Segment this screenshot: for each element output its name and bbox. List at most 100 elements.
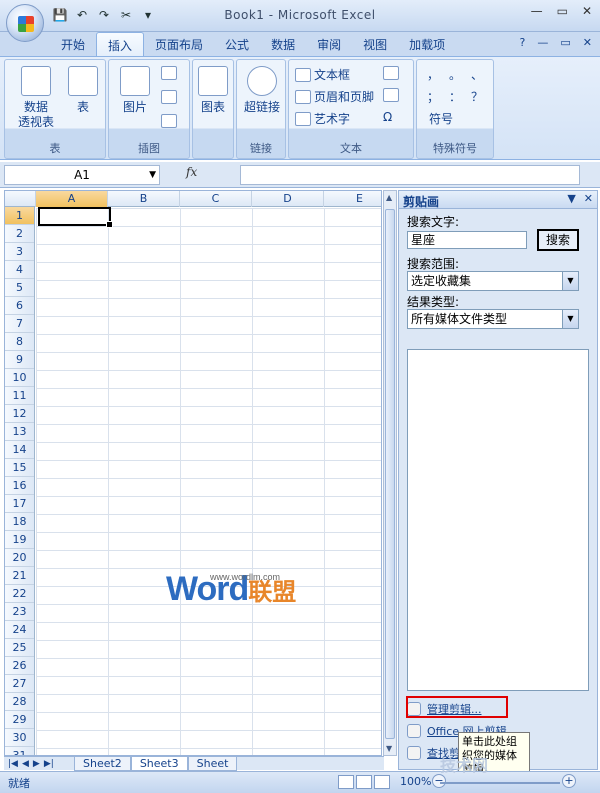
prev-sheet-icon[interactable]: ◀	[22, 759, 29, 769]
row-header[interactable]: 17	[5, 495, 34, 513]
row-header[interactable]: 25	[5, 639, 34, 657]
next-sheet-icon[interactable]: ▶	[33, 759, 40, 769]
zoom-level[interactable]: 100%	[400, 775, 431, 788]
page-break-view-icon[interactable]	[374, 775, 390, 789]
doc-minimize-icon[interactable]: —	[537, 36, 548, 49]
insert-function-button[interactable]: fx	[186, 165, 234, 185]
row-header[interactable]: 24	[5, 621, 34, 639]
vertical-scrollbar[interactable]: ▲ ▼	[383, 190, 397, 756]
type-select[interactable]: 所有媒体文件类型 ▼	[407, 309, 579, 329]
textbox-button[interactable]: 文本框	[295, 66, 350, 83]
first-sheet-icon[interactable]: |◀	[8, 759, 18, 769]
sheet-tab[interactable]: Sheet3	[130, 756, 188, 771]
office-button[interactable]	[6, 4, 44, 42]
tab-home[interactable]: 开始	[50, 32, 96, 56]
name-box[interactable]: A1 ▼	[4, 165, 160, 185]
normal-view-icon[interactable]	[338, 775, 354, 789]
row-header[interactable]: 9	[5, 351, 34, 369]
zoom-out-icon[interactable]: −	[432, 774, 446, 788]
row-header[interactable]: 19	[5, 531, 34, 549]
search-button[interactable]: 搜索	[537, 229, 579, 251]
row-header[interactable]: 22	[5, 585, 34, 603]
scroll-down-icon[interactable]: ▼	[386, 744, 392, 753]
results-area[interactable]	[407, 349, 589, 691]
last-sheet-icon[interactable]: ▶|	[44, 759, 54, 769]
column-header[interactable]: E	[324, 191, 381, 207]
row-header[interactable]: 27	[5, 675, 34, 693]
name-box-dropdown-icon[interactable]: ▼	[149, 166, 156, 184]
row-header[interactable]: 8	[5, 333, 34, 351]
pane-close-icon[interactable]: ✕	[584, 192, 593, 205]
active-cell-a1[interactable]	[38, 207, 113, 228]
sheet-tab[interactable]: Sheet2	[74, 756, 131, 771]
shapes-button[interactable]	[161, 90, 177, 104]
scope-select[interactable]: 选定收藏集 ▼	[407, 271, 579, 291]
row-header[interactable]: 26	[5, 657, 34, 675]
row-header[interactable]: 18	[5, 513, 34, 531]
row-header[interactable]: 7	[5, 315, 34, 333]
scroll-up-icon[interactable]: ▲	[386, 193, 392, 202]
zoom-slider[interactable]	[440, 782, 560, 784]
column-header[interactable]: D	[252, 191, 324, 207]
row-header[interactable]: 3	[5, 243, 34, 261]
row-header[interactable]: 10	[5, 369, 34, 387]
symbol-comma[interactable]: ，	[427, 66, 439, 83]
row-header[interactable]: 13	[5, 423, 34, 441]
row-header[interactable]: 28	[5, 693, 34, 711]
table-button[interactable]: 表	[63, 64, 103, 115]
row-header[interactable]: 11	[5, 387, 34, 405]
tab-insert[interactable]: 插入	[96, 32, 145, 56]
row-header[interactable]: 15	[5, 459, 34, 477]
smartart-button[interactable]	[161, 114, 177, 128]
object-button[interactable]	[383, 88, 399, 102]
row-header[interactable]: 2	[5, 225, 34, 243]
row-header[interactable]: 30	[5, 729, 34, 747]
row-header[interactable]: 31	[5, 747, 34, 755]
row-header[interactable]: 1	[5, 207, 34, 225]
clipart-button[interactable]	[161, 66, 177, 80]
page-layout-view-icon[interactable]	[356, 775, 372, 789]
column-header[interactable]: B	[108, 191, 180, 207]
sheet-tab[interactable]: Sheet	[187, 756, 238, 771]
row-header[interactable]: 4	[5, 261, 34, 279]
symbol-enum-comma[interactable]: 、	[471, 66, 483, 83]
symbol-semicolon[interactable]: ；	[427, 88, 439, 105]
help-icon[interactable]: ?	[520, 36, 526, 49]
chevron-down-icon[interactable]: ▼	[562, 310, 578, 328]
cell-area[interactable]	[36, 208, 381, 755]
minimize-icon[interactable]: —	[531, 4, 543, 18]
search-input[interactable]: 星座	[407, 231, 527, 249]
chart-button[interactable]: 图表	[195, 64, 231, 115]
zoom-in-icon[interactable]: +	[562, 774, 576, 788]
tab-review[interactable]: 审阅	[306, 32, 352, 56]
pane-options-icon[interactable]: ▼	[567, 192, 575, 205]
omega-symbol-button[interactable]: Ω	[383, 110, 392, 124]
worksheet-grid[interactable]: A B C D E 1 2 3 4 5 6 7 8 9 10 11 12 13 14 15 16 17 18 19 2…	[4, 190, 382, 756]
signature-button[interactable]	[383, 66, 399, 80]
select-all-corner[interactable]	[5, 191, 36, 207]
scroll-thumb[interactable]	[385, 209, 395, 739]
row-header[interactable]: 20	[5, 549, 34, 567]
picture-button[interactable]: 图片	[113, 64, 157, 115]
hyperlink-button[interactable]: 超链接	[239, 64, 285, 115]
header-footer-button[interactable]: 页眉和页脚	[295, 88, 374, 105]
row-header[interactable]: 5	[5, 279, 34, 297]
wordart-button[interactable]: 艺术字	[295, 110, 350, 127]
row-header[interactable]: 16	[5, 477, 34, 495]
row-header[interactable]: 6	[5, 297, 34, 315]
chevron-down-icon[interactable]: ▼	[562, 272, 578, 290]
row-header[interactable]: 29	[5, 711, 34, 729]
symbol-period[interactable]: 。	[449, 66, 461, 83]
row-header[interactable]: 21	[5, 567, 34, 585]
tab-formulas[interactable]: 公式	[214, 32, 260, 56]
pivot-table-button[interactable]: 数据 透视表	[11, 64, 61, 130]
symbol-button[interactable]: 符号	[429, 110, 453, 127]
symbol-colon[interactable]: ：	[449, 88, 461, 105]
column-header[interactable]: A	[36, 191, 108, 207]
row-header[interactable]: 23	[5, 603, 34, 621]
row-header[interactable]: 14	[5, 441, 34, 459]
doc-close-icon[interactable]: ✕	[583, 36, 592, 49]
maximize-icon[interactable]: ▭	[557, 4, 568, 18]
tab-page-layout[interactable]: 页面布局	[144, 32, 214, 56]
tab-data[interactable]: 数据	[260, 32, 306, 56]
